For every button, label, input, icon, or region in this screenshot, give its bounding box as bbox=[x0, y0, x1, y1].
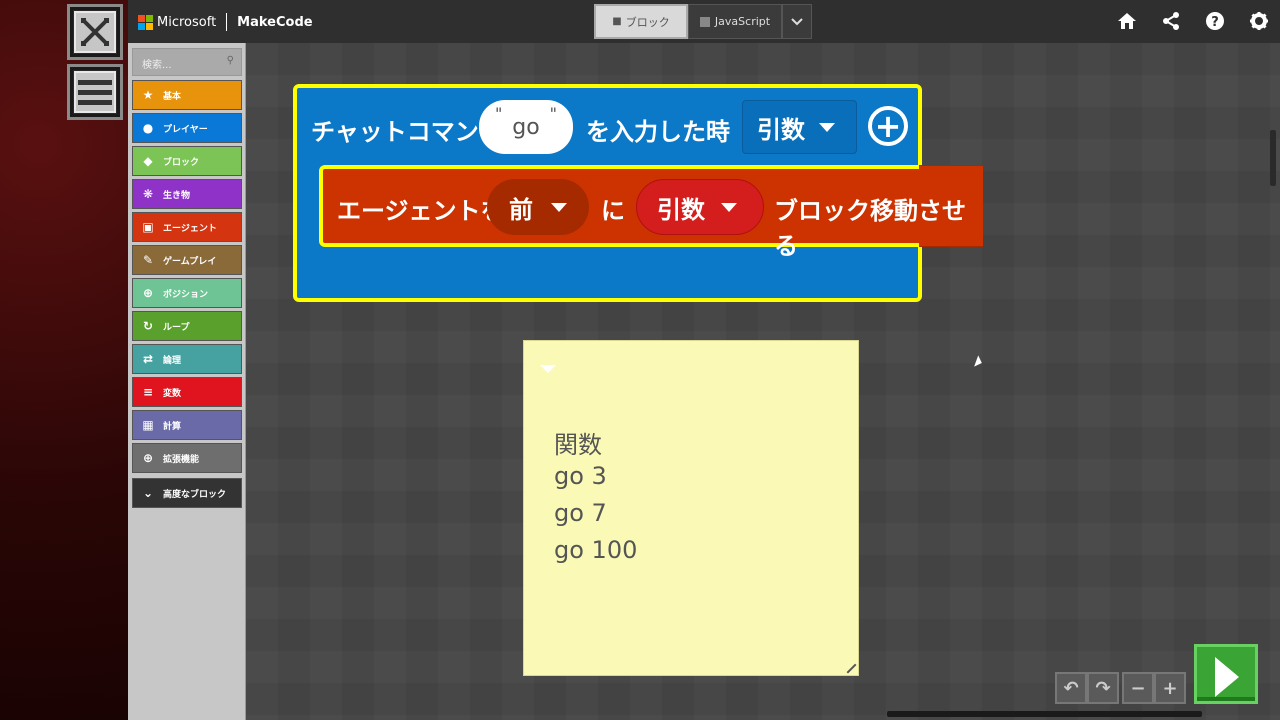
brand: Microsoft MakeCode bbox=[138, 13, 313, 31]
user-icon: ● bbox=[142, 121, 154, 135]
toolbox-category[interactable]: ⊕ ポジション bbox=[132, 278, 242, 308]
js-icon bbox=[699, 16, 710, 27]
direction-dropdown[interactable]: 前 bbox=[487, 179, 589, 235]
note-line: go 3 bbox=[554, 462, 607, 490]
toolbox-category-label: 論理 bbox=[163, 355, 182, 366]
plus-icon: + bbox=[1162, 677, 1178, 699]
add-parameter-icon[interactable]: + bbox=[868, 106, 908, 146]
toolbox-category-label: ゲームプレイ bbox=[163, 256, 217, 267]
home-icon[interactable] bbox=[1116, 10, 1138, 32]
play-icon bbox=[1215, 657, 1239, 697]
brand-company: Microsoft bbox=[157, 14, 217, 30]
redo-icon: ↷ bbox=[1095, 677, 1111, 699]
toolbox-category[interactable]: ⊕ 拡張機能 bbox=[132, 443, 242, 473]
crosshair-icon: ⊕ bbox=[142, 286, 154, 300]
gear-icon[interactable] bbox=[1248, 10, 1270, 32]
agent-suffix: ブロック移動させる bbox=[774, 197, 966, 260]
toolbox-category[interactable]: ≡ 変数 bbox=[132, 377, 242, 407]
toolbox-category-label: プレイヤー bbox=[163, 124, 208, 135]
search-input[interactable]: 検索... ⚲ bbox=[132, 48, 242, 76]
hamburger-icon bbox=[74, 71, 116, 113]
calculator-icon: ▦ bbox=[142, 418, 154, 432]
toolbox-category-label: 高度なブロック bbox=[163, 489, 227, 500]
editor-dropdown-button[interactable] bbox=[782, 4, 812, 39]
toolbox-category[interactable]: ★ 基本 bbox=[132, 80, 242, 110]
zoom-out-button[interactable]: − bbox=[1122, 672, 1154, 704]
note-line: go 7 bbox=[554, 499, 607, 527]
collapse-icon[interactable] bbox=[540, 365, 556, 373]
zoom-in-button[interactable]: + bbox=[1154, 672, 1186, 704]
toolbox-category[interactable]: ▣ エージェント bbox=[132, 212, 242, 242]
puzzle-icon: ■ bbox=[612, 16, 622, 27]
resize-grip-icon[interactable] bbox=[839, 656, 857, 674]
svg-text:?: ? bbox=[1211, 15, 1219, 30]
toolbox-category[interactable]: ⌄ 高度なブロック bbox=[132, 478, 242, 508]
toolbox-category[interactable]: ● プレイヤー bbox=[132, 113, 242, 143]
dropdown-arrow-icon bbox=[819, 122, 835, 132]
agent-icon: ▣ bbox=[142, 220, 154, 234]
close-button[interactable] bbox=[67, 4, 123, 60]
cube-icon: ◆ bbox=[143, 154, 153, 168]
brand-product: MakeCode bbox=[237, 14, 313, 30]
param-dropdown[interactable]: 引数 bbox=[742, 100, 857, 154]
toolbox-category[interactable]: ✎ ゲームプレイ bbox=[132, 245, 242, 275]
paw-icon: ❋ bbox=[142, 187, 154, 201]
note-line: 関数 bbox=[554, 431, 602, 459]
toolbox: 検索... ⚲ ★ 基本 ● プレイヤー ◆ ブロック ❋ 生き物 ▣ エージェント ✎ ゲームプレイ… bbox=[128, 43, 246, 720]
undo-button[interactable]: ↶ bbox=[1055, 672, 1087, 704]
chevron-down-icon: ⌄ bbox=[142, 486, 154, 500]
agent-particle: に bbox=[601, 197, 625, 225]
close-icon bbox=[74, 11, 116, 53]
agent-move-block[interactable]: エージェントを 前 に 引数 ブロック移動させる bbox=[319, 165, 983, 260]
toolbox-category-label: エージェント bbox=[163, 223, 217, 234]
event-title: チャットコマンド bbox=[311, 118, 503, 146]
tab-blocks[interactable]: ■ ブロック bbox=[594, 4, 688, 39]
toolbox-category[interactable]: ⇄ 論理 bbox=[132, 344, 242, 374]
comment-note[interactable]: 関数 go 3 go 7 go 100 bbox=[523, 340, 859, 676]
vertical-scrollbar[interactable] bbox=[1270, 130, 1276, 186]
command-text-input[interactable]: " go " bbox=[479, 100, 573, 154]
star-icon: ★ bbox=[142, 88, 154, 102]
tab-javascript[interactable]: JavaScript bbox=[688, 4, 782, 39]
agent-prefix: エージェントを bbox=[337, 197, 505, 225]
amount-dropdown[interactable]: 引数 bbox=[636, 179, 764, 235]
toolbox-category[interactable]: ▦ 計算 bbox=[132, 410, 242, 440]
toolbox-category[interactable]: ◆ ブロック bbox=[132, 146, 242, 176]
toolbox-category-label: ポジション bbox=[163, 289, 209, 300]
chevron-down-icon bbox=[791, 17, 803, 25]
toolbox-category[interactable]: ↻ ループ bbox=[132, 311, 242, 341]
shuffle-icon: ⇄ bbox=[142, 352, 154, 366]
run-button[interactable] bbox=[1194, 644, 1258, 704]
horizontal-scrollbar[interactable] bbox=[887, 711, 1202, 717]
note-line: go 100 bbox=[554, 536, 638, 564]
toolbox-category-label: 拡張機能 bbox=[163, 454, 200, 465]
dropdown-arrow-icon bbox=[551, 202, 567, 212]
dropdown-arrow-icon bbox=[721, 202, 737, 212]
microsoft-logo-icon bbox=[138, 14, 153, 30]
toolbox-category[interactable]: ❋ 生き物 bbox=[132, 179, 242, 209]
wrench-icon: ✎ bbox=[142, 253, 154, 267]
editor-tabs: ■ ブロック JavaScript bbox=[594, 4, 812, 39]
event-suffix: を入力した時 bbox=[586, 118, 730, 146]
toolbox-category-label: 変数 bbox=[163, 388, 182, 399]
top-icons: ? bbox=[1116, 10, 1270, 32]
list-icon: ≡ bbox=[142, 385, 154, 399]
toolbox-category-label: 計算 bbox=[163, 421, 182, 432]
plus-circle-icon: ⊕ bbox=[142, 451, 154, 465]
toolbox-category-label: ブロック bbox=[163, 157, 200, 168]
minus-icon: − bbox=[1130, 677, 1146, 699]
top-bar: Microsoft MakeCode ■ ブロック JavaScript ? bbox=[128, 0, 1280, 43]
toolbox-category-label: 基本 bbox=[163, 91, 182, 102]
search-icon: ⚲ bbox=[226, 55, 234, 66]
undo-icon: ↶ bbox=[1063, 677, 1079, 699]
loop-icon: ↻ bbox=[142, 319, 154, 333]
redo-button[interactable]: ↷ bbox=[1087, 672, 1119, 704]
toolbox-category-label: ループ bbox=[163, 322, 190, 333]
menu-button[interactable] bbox=[67, 64, 123, 120]
share-icon[interactable] bbox=[1160, 10, 1182, 32]
help-icon[interactable]: ? bbox=[1204, 10, 1226, 32]
toolbox-category-label: 生き物 bbox=[163, 190, 191, 201]
